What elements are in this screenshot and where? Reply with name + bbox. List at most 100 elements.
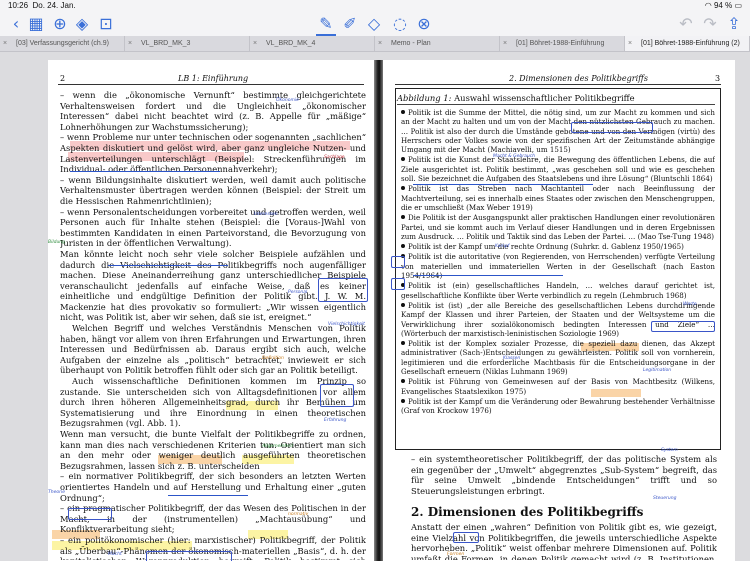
grid-icon[interactable]: ▦ [26,14,46,34]
status-bar: 10:26 Do. 24. Jan. ◠ 94 % ▭ [0,0,750,12]
battery-icon: ▭ [734,1,742,10]
pen-box [571,122,653,133]
bullet-icon [401,157,405,162]
paragraph: Wenn man versucht, die bunte Vielfalt de… [60,429,366,471]
paragraph: – wenn Probleme nur unter technischen od… [60,132,366,175]
bullet-icon [401,398,405,403]
system-paragraph: – ein systemtheoretischer Politikbegriff… [411,454,717,496]
figure-caption: Auswahl wissenschaftlicher Politikbegrif… [454,93,635,103]
add-icon[interactable]: ⊕ [50,14,70,34]
pen-box [453,532,479,543]
clear-icon[interactable]: ⊗ [414,14,434,34]
close-icon[interactable]: × [128,36,132,51]
pen-underline [108,265,228,266]
bullet-icon [401,341,405,346]
tab-verfassungsgericht[interactable]: × [03] Verfassungsgericht (ch.9) [0,36,125,51]
margin-note: Theorie [48,490,65,495]
bullet-icon [401,110,405,114]
margin-note: Kampf [495,244,510,249]
margin-note: Macht & Gebrauch [493,154,535,159]
bullet-icon [401,215,405,220]
document-viewer[interactable]: 2 LB 1: Einführung – wenn die „ökonomisc… [0,52,750,561]
book-spine [374,60,383,561]
highlighter-icon[interactable]: ✐ [340,14,360,34]
list-item: Politik ist die Summe der Mittel, die nö… [401,108,715,155]
wifi-icon: ◠ [704,1,712,10]
share-icon[interactable]: ⇪ [724,14,744,34]
pen-box [146,551,232,561]
redo-icon[interactable]: ↷ [700,14,720,34]
pen-box [320,384,354,407]
pen-underline [70,171,220,172]
figure-title: Abbildung 1: Auswahl wissenschaftlicher … [397,93,635,103]
close-icon[interactable]: × [253,36,257,51]
margin-note: Macht [108,552,122,557]
bullet-icon [401,186,405,191]
margin-note: normativ [288,512,309,517]
margin-note: Erfahrung [324,418,347,423]
list-item: Politik ist Führung von Gemeinwesen auf … [401,377,715,396]
right-page-number: 3 [715,74,721,83]
left-page-number: 2 [60,74,66,83]
paragraph: Welchen Begriff und welches Verständnis … [60,323,366,376]
paragraph: – wenn die „ökonomische Vernunft“ bestim… [60,90,366,132]
pen-underline [413,184,593,185]
undo-icon[interactable]: ↶ [676,14,696,34]
list-item: Politik ist die Kunst der Staatslehre, d… [401,155,715,184]
battery-label: 94 % [713,1,733,10]
pen-box [651,321,715,332]
paragraph: – wenn Bildungsinhalte diskutiert werden… [60,174,366,206]
figure-rule [397,104,715,105]
margin-note: Interessen [254,212,278,217]
close-icon[interactable]: × [378,36,382,51]
tab-memo-plan[interactable]: × Memo - Plan [375,36,500,51]
bullet-icon [401,379,405,384]
pen-icon[interactable]: ✎ [316,14,336,36]
margin-note: Bildung [48,240,66,245]
list-item: Politik ist der Kampf um die Veränderung… [401,396,715,416]
back-icon[interactable]: ‹ [6,14,26,34]
shapes-icon[interactable]: ◈ [72,14,92,34]
pen-box [391,278,405,290]
tab-boehret-2[interactable]: × [01] Böhret-1988-Einführung (2) [625,36,750,51]
paragraph: – ein normativer Politikbegriff, der sic… [60,471,366,503]
bookmark-icon[interactable]: ⊡ [96,14,116,34]
header-rule [58,84,364,85]
pen-box [318,278,368,302]
pen-box [68,508,112,520]
toolbar: ‹ ▦ ⊕ ◈ ⊡ ✎ ✐ ◇ ◌ ⊗ ↶ ↷ ⇪ [0,12,750,36]
tab-vl-brd-mk-3[interactable]: × VL_BRD_MK_3 [125,36,250,51]
margin-note: Werte [683,302,697,307]
list-item: Politik ist (ein) gesellschaftliches Han… [401,281,715,300]
status-time: 10:26 [8,1,29,10]
left-page-header: LB 1: Einführung [178,74,249,83]
document-tabs: × [03] Verfassungsgericht (ch.9) × VL_BRD_… [0,36,750,52]
close-icon[interactable]: × [628,36,632,51]
lasso-icon[interactable]: ◌ [390,14,410,34]
tab-boehret-1[interactable]: × [01] Böhret-1988-Einführung [500,36,625,51]
right-page[interactable]: 2. Dimensionen des Politikbegriffs 3 Abb… [383,60,735,561]
figure-label: Abbildung 1: [397,93,452,103]
list-item: Politik ist das Streben nach Machtanteil… [401,184,715,212]
margin-note: Definition [262,356,284,361]
close-icon[interactable]: × [503,36,507,51]
list-item: Politik ist (ist) „der alle Bereiche des… [401,300,715,338]
margin-note: Vielschichtigkeit [328,322,365,327]
eraser-icon[interactable]: ◇ [364,14,384,34]
margin-note: Legitimation [643,368,672,373]
margin-note: Formen [447,552,465,557]
left-page[interactable]: 2 LB 1: Einführung – wenn die „ökonomisc… [48,60,374,561]
close-icon[interactable]: × [3,36,7,51]
left-page-text: – wenn die „ökonomische Vernunft“ bestim… [60,90,366,560]
bullet-icon [401,302,405,307]
margin-note: Allgemeinheit [262,444,294,449]
pen-box [391,256,405,268]
margin-note: Steuerung [653,496,677,501]
section-heading: 2. Dimensionen des Politikbegriffs [411,505,644,519]
margin-note: Personal [288,290,308,295]
tab-vl-brd-mk-4[interactable]: × VL_BRD_MK_4 [250,36,375,51]
bullet-icon [401,244,405,249]
figure-list: Politik ist die Summe der Mittel, die nö… [401,108,715,444]
margin-note: Sachlage [324,155,345,160]
list-item: Die Politik ist der Ausgangspunkt aller … [401,213,715,241]
